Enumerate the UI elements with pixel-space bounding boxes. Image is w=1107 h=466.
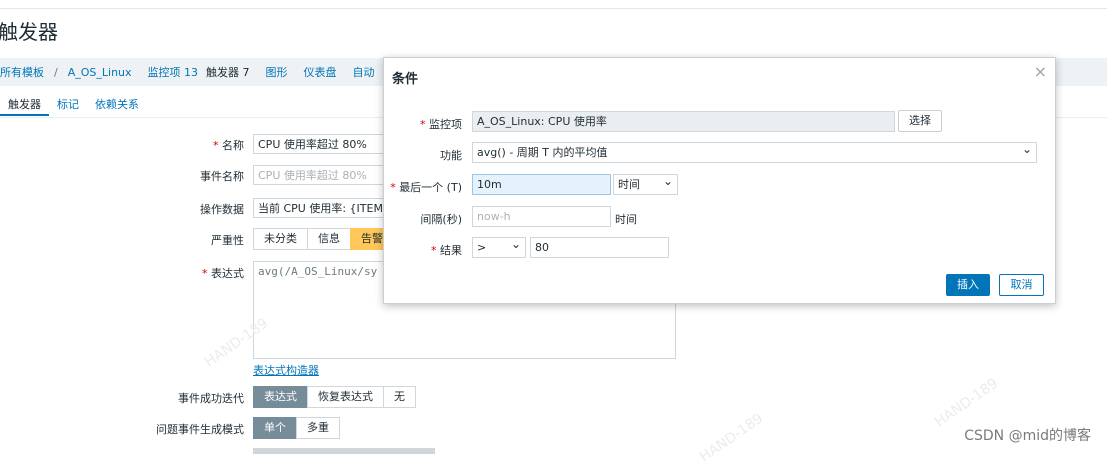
breadcrumb-discovery[interactable]: 自动 [345, 64, 383, 80]
last-of-label: 最后一个 (T) [384, 179, 462, 195]
breadcrumb-template[interactable]: A_OS_Linux [60, 66, 140, 79]
event-name-input[interactable]: CPU 使用率超过 80% [253, 165, 393, 185]
result-value-input[interactable]: 80 [530, 237, 669, 258]
opdata-input[interactable]: 当前 CPU 使用率: {ITEM [253, 198, 393, 218]
severity-info[interactable]: 信息 [307, 228, 351, 250]
ok-event-label: 事件成功迭代 [178, 392, 244, 405]
tab-dependencies[interactable]: 依赖关系 [87, 92, 147, 116]
item-label: 监控项 [384, 116, 462, 132]
dialog-title: 条件 [392, 72, 419, 87]
insert-button[interactable]: 插入 [946, 274, 990, 296]
name-input[interactable]: CPU 使用率超过 80% [253, 134, 393, 154]
breadcrumb-graphs[interactable]: 图形 [258, 64, 296, 80]
breadcrumb-separator: / [54, 65, 58, 79]
problem-mode-single[interactable]: 单个 [253, 417, 297, 439]
watermark: HAND-189 [932, 375, 1002, 431]
item-input[interactable]: A_OS_Linux: CPU 使用率 [472, 111, 895, 132]
function-select[interactable]: avg() - 周期 T 内的平均值 [472, 142, 1037, 163]
ok-event-selector: 表达式 恢复表达式 无 [253, 386, 416, 408]
shift-unit-text: 时间 [615, 213, 637, 226]
function-label: 功能 [440, 149, 462, 162]
cutoff-control [253, 448, 435, 454]
severity-selector: 未分类 信息 告警 [253, 228, 394, 250]
last-of-input[interactable]: 10m [472, 174, 611, 195]
breadcrumb-triggers[interactable]: 触发器 7 [206, 64, 258, 80]
shift-label: 间隔(秒) [420, 213, 462, 226]
last-of-unit-select[interactable]: 时间 [613, 174, 678, 195]
expression-builder-link[interactable]: 表达式构造器 [253, 362, 319, 378]
tab-tags[interactable]: 标记 [49, 92, 87, 116]
problem-mode-label: 问题事件生成模式 [156, 423, 244, 436]
tab-bar: 触发器 标记 依赖关系 [0, 92, 147, 116]
ok-event-expression[interactable]: 表达式 [253, 386, 308, 408]
top-divider [0, 8, 1107, 9]
ok-event-none[interactable]: 无 [383, 386, 416, 408]
shift-input[interactable]: now-h [472, 206, 611, 227]
watermark: HAND-189 [697, 410, 767, 466]
problem-mode-selector: 单个 多重 [253, 417, 340, 439]
breadcrumb-dashboards[interactable]: 仪表盘 [296, 64, 345, 80]
page-title: 触发器 [0, 20, 58, 44]
result-operator-select[interactable]: > [472, 237, 526, 258]
select-button[interactable]: 选择 [898, 110, 942, 132]
tab-trigger[interactable]: 触发器 [0, 92, 49, 116]
severity-not-classified[interactable]: 未分类 [253, 228, 308, 250]
problem-mode-multiple[interactable]: 多重 [296, 417, 340, 439]
ok-event-recovery-expression[interactable]: 恢复表达式 [307, 386, 384, 408]
opdata-label: 操作数据 [200, 203, 244, 216]
close-icon[interactable]: × [1034, 62, 1047, 81]
name-label: 名称 [4, 137, 244, 153]
breadcrumb-all-templates[interactable]: 所有模板 [0, 64, 52, 80]
expression-label: 表达式 [4, 265, 244, 281]
credit-watermark: CSDN @mid的博客 [964, 428, 1091, 444]
event-name-label: 事件名称 [200, 170, 244, 183]
breadcrumb-items[interactable]: 监控项 13 [140, 64, 207, 80]
severity-label: 严重性 [211, 234, 244, 247]
condition-dialog: 条件 × 监控项 A_OS_Linux: CPU 使用率 选择 功能 avg()… [383, 57, 1056, 304]
result-label: 结果 [384, 242, 462, 258]
cancel-button[interactable]: 取消 [999, 274, 1044, 296]
